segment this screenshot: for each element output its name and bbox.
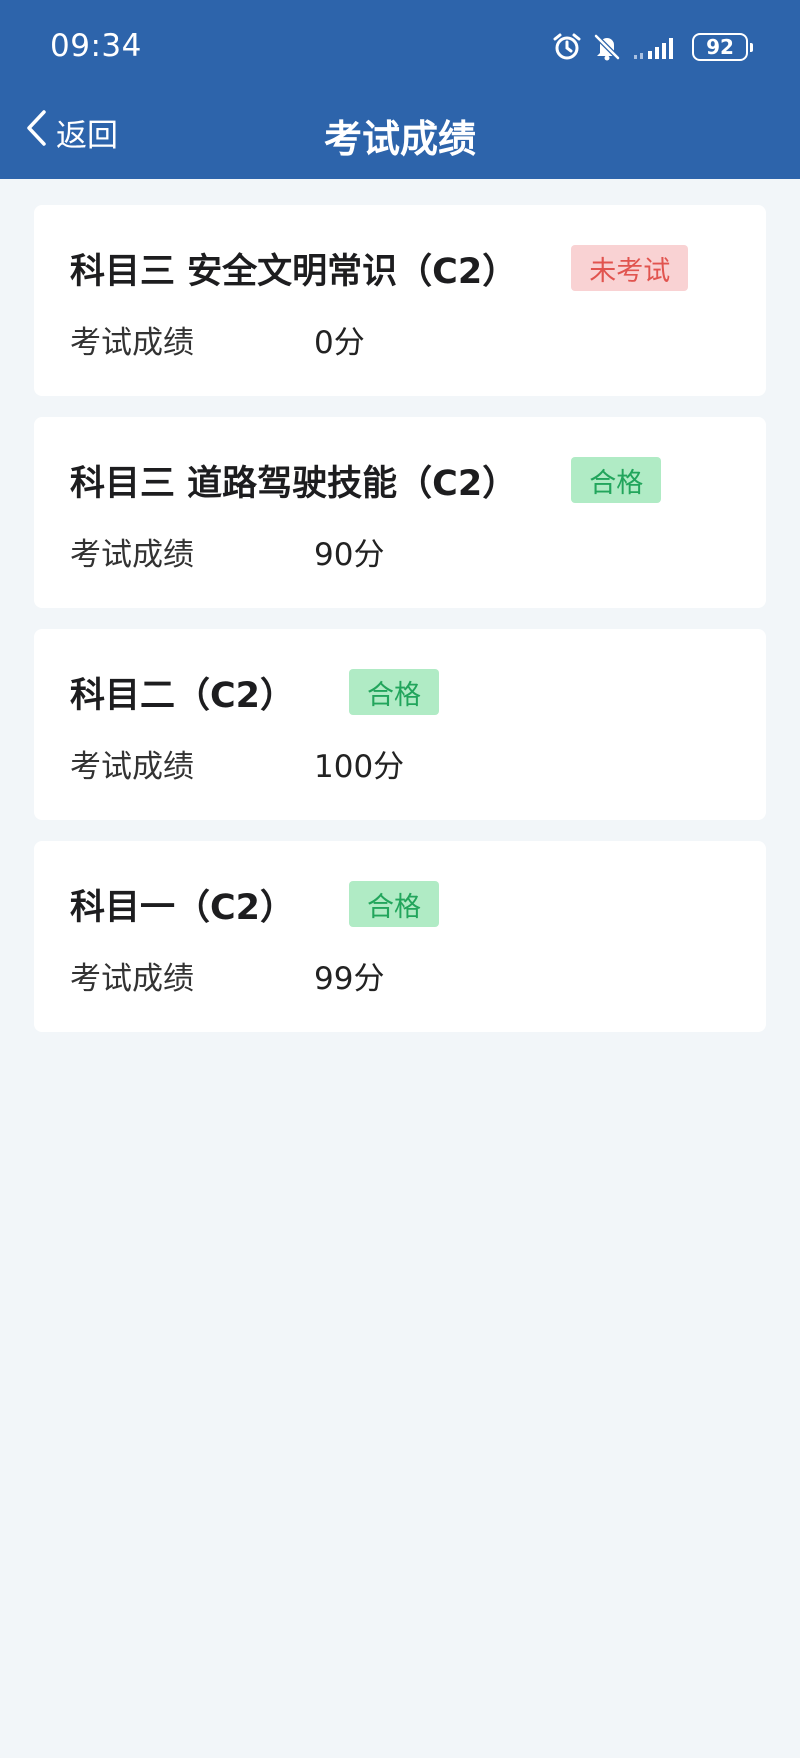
page-title: 考试成绩 bbox=[323, 117, 476, 161]
result-card: 科目二（C2） 合格 考试成绩 100分 bbox=[34, 629, 766, 820]
status-badge: 未考试 bbox=[571, 245, 689, 291]
signal-icon bbox=[632, 33, 682, 61]
score-value: 100分 bbox=[314, 748, 405, 785]
status-icons: 92 bbox=[552, 30, 753, 64]
score-value: 0分 bbox=[314, 324, 365, 361]
score-label: 考试成绩 bbox=[70, 748, 194, 785]
subject-title: 科目三 安全文明常识（C2） bbox=[70, 251, 518, 292]
status-badge: 合格 bbox=[349, 881, 440, 927]
status-time: 09:34 bbox=[50, 28, 142, 64]
app-header: 09:34 92 返回 考试成绩 bbox=[0, 0, 800, 179]
status-badge: 合格 bbox=[349, 669, 440, 715]
score-label: 考试成绩 bbox=[70, 960, 194, 997]
status-badge: 合格 bbox=[571, 457, 662, 503]
result-list: 科目三 安全文明常识（C2） 未考试 考试成绩 0分 科目三 道路驾驶技能（C2… bbox=[34, 205, 766, 1053]
result-card: 科目三 安全文明常识（C2） 未考试 考试成绩 0分 bbox=[34, 205, 766, 396]
battery-icon: 92 bbox=[692, 33, 753, 61]
score-value: 99分 bbox=[314, 960, 385, 997]
score-label: 考试成绩 bbox=[70, 324, 194, 361]
subject-title: 科目一（C2） bbox=[70, 887, 296, 928]
alarm-icon bbox=[552, 32, 582, 62]
score-value: 90分 bbox=[314, 536, 385, 573]
subject-title: 科目三 道路驾驶技能（C2） bbox=[70, 463, 518, 504]
score-label: 考试成绩 bbox=[70, 536, 194, 573]
result-card: 科目三 道路驾驶技能（C2） 合格 考试成绩 90分 bbox=[34, 417, 766, 608]
notifications-off-icon bbox=[592, 32, 622, 62]
subject-title: 科目二（C2） bbox=[70, 675, 296, 716]
result-card: 科目一（C2） 合格 考试成绩 99分 bbox=[34, 841, 766, 1032]
